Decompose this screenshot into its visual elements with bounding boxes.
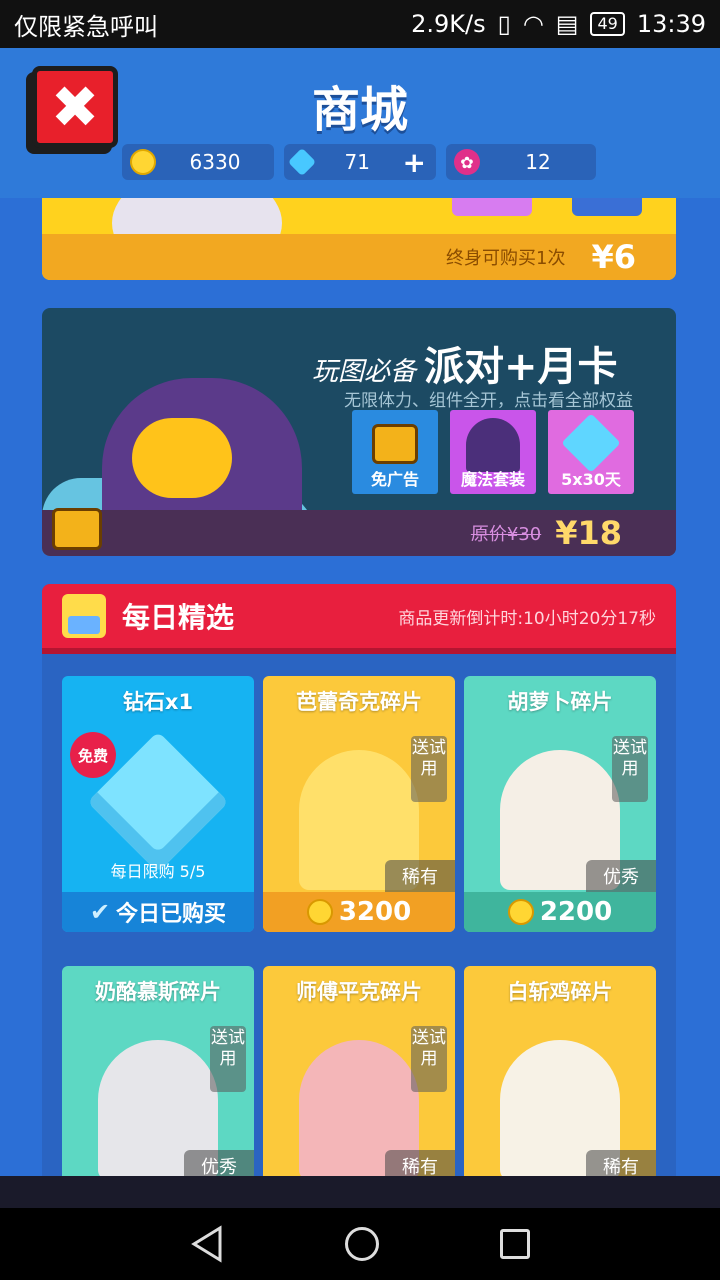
back-icon[interactable] bbox=[190, 1225, 224, 1263]
rarity-tag: 稀有 bbox=[385, 860, 455, 892]
product-name: 师傅平克碎片 bbox=[296, 980, 422, 1004]
coin-count: 6330 bbox=[189, 150, 241, 174]
price-footer[interactable]: 3200 bbox=[263, 892, 455, 932]
daily-selection-panel: 每日精选 商品更新倒计时:10小时20分17秒 钻石x1 免费 每日限购 5/5… bbox=[42, 584, 676, 1176]
clock: 13:39 bbox=[636, 10, 706, 38]
no-ads-badge-icon bbox=[52, 508, 102, 550]
product-card-diamond[interactable]: 钻石x1 免费 每日限购 5/5 ✔ 今日已购买 bbox=[62, 676, 254, 932]
benefit-gems: 5x30天 bbox=[548, 410, 634, 494]
banner-title: 玩图必备 派对+月卡 bbox=[312, 334, 618, 392]
coin-icon bbox=[507, 899, 534, 925]
product-name: 奶酪慕斯碎片 bbox=[95, 980, 221, 1004]
diamond-balance: 71 + bbox=[284, 144, 436, 180]
product-name: 胡萝卜碎片 bbox=[507, 690, 613, 714]
status-bar: 仅限紧急呼叫 2.9K/s ▯ ◠ ▤ 49 13:39 bbox=[0, 0, 720, 48]
check-icon: ✔ bbox=[89, 898, 111, 926]
free-badge: 免费 bbox=[70, 732, 116, 778]
add-diamond-button[interactable]: + bbox=[403, 146, 426, 179]
benefit-no-ads: 免广告 bbox=[352, 410, 438, 494]
offer-strip: 终身可购买1次 ¥6 bbox=[42, 234, 676, 280]
rarity-tag: 优秀 bbox=[184, 1150, 254, 1176]
purchased-label: 今日已购买 bbox=[116, 902, 227, 927]
rarity-tag: 优秀 bbox=[586, 860, 656, 892]
vibrate-icon: ▯ bbox=[497, 10, 511, 38]
battery-icon: 49 bbox=[590, 12, 625, 36]
reward-tag bbox=[452, 198, 532, 216]
coin-balance: 6330 bbox=[122, 144, 274, 180]
banner-subtitle: 无限体力、组件全开，点击看全部权益 bbox=[344, 391, 633, 411]
product-price: 2200 bbox=[539, 897, 613, 927]
banner-price: ¥18 bbox=[555, 514, 622, 552]
trial-badge: 送试用 bbox=[612, 736, 648, 802]
trial-badge: 送试用 bbox=[411, 736, 447, 802]
daily-limit: 每日限购 5/5 bbox=[110, 862, 206, 881]
benefit-list: 免广告 魔法套装 5x30天 bbox=[352, 410, 634, 494]
banner-title-text: 派对+月卡 bbox=[424, 344, 618, 390]
diamond-count: 71 bbox=[344, 150, 370, 174]
price-footer[interactable]: 2200 bbox=[464, 892, 656, 932]
benefit-label: 魔法套装 bbox=[460, 470, 525, 489]
product-card-carrot[interactable]: 胡萝卜碎片 送试用 优秀 2200 bbox=[464, 676, 656, 932]
lotus-count: 12 bbox=[525, 150, 551, 174]
lotus-balance: ✿ 12 bbox=[446, 144, 596, 180]
trial-badge: 送试用 bbox=[210, 1026, 246, 1092]
daily-header: 每日精选 商品更新倒计时:10小时20分17秒 bbox=[42, 584, 676, 654]
system-navigation-bar bbox=[0, 1208, 720, 1280]
product-price: 3200 bbox=[338, 897, 412, 927]
refresh-countdown: 商品更新倒计时:10小时20分17秒 bbox=[398, 608, 656, 629]
original-price: 原价¥30 bbox=[470, 524, 542, 545]
home-icon[interactable] bbox=[344, 1227, 379, 1261]
status-right: 2.9K/s ▯ ◠ ▤ 49 13:39 bbox=[411, 10, 706, 38]
benefit-magic-suit: 魔法套装 bbox=[450, 410, 536, 494]
shop-content[interactable]: 终身可购买1次 ¥6 玩图必备 派对+月卡 无限体力、组件全开，点击看全部权益 免… bbox=[0, 198, 720, 1176]
benefit-label: 免广告 bbox=[370, 470, 419, 489]
product-name: 芭蕾奇克碎片 bbox=[296, 690, 422, 714]
product-card-white-chicken[interactable]: 白斩鸡碎片 稀有 2 bbox=[464, 966, 656, 1176]
shop-header: ✖ 商城 6330 71 + ✿ 12 bbox=[0, 48, 720, 198]
wifi-icon: ◠ bbox=[522, 10, 544, 38]
shop-icon bbox=[62, 594, 106, 638]
product-name: 白斩鸡碎片 bbox=[507, 980, 613, 1004]
lotus-icon: ✿ bbox=[454, 149, 480, 175]
coin-icon bbox=[130, 149, 156, 175]
party-monthcard-banner[interactable]: 玩图必备 派对+月卡 无限体力、组件全开，点击看全部权益 免广告 魔法套装 5x3… bbox=[42, 308, 676, 556]
rarity-tag: 稀有 bbox=[385, 1150, 455, 1176]
reward-tag bbox=[572, 198, 642, 216]
banner-price-strip: 原价¥30 ¥18 bbox=[42, 510, 676, 556]
recent-apps-icon[interactable] bbox=[499, 1229, 530, 1259]
daily-title: 每日精选 bbox=[122, 601, 235, 634]
page-title: 商城 bbox=[311, 82, 408, 138]
sim-icon: ▤ bbox=[555, 10, 579, 38]
product-card-cheese-mousse[interactable]: 奶酪慕斯碎片 送试用 优秀 2200 bbox=[62, 966, 254, 1176]
trial-badge: 送试用 bbox=[411, 1026, 447, 1092]
product-card-master-pink[interactable]: 师傅平克碎片 送试用 稀有 3600 bbox=[263, 966, 455, 1176]
benefit-label: 5x30天 bbox=[561, 470, 621, 489]
purchase-limit-note: 终身可购买1次 bbox=[446, 248, 566, 269]
network-speed: 2.9K/s bbox=[411, 10, 486, 38]
gem-icon bbox=[561, 413, 621, 473]
game-bottom-nav[interactable] bbox=[0, 1176, 720, 1208]
magic-suit-icon bbox=[466, 418, 520, 472]
product-card-ballet-chick[interactable]: 芭蕾奇克碎片 送试用 稀有 3200 bbox=[263, 676, 455, 932]
purchased-footer: ✔ 今日已购买 bbox=[62, 892, 254, 932]
carrier-text: 仅限紧急呼叫 bbox=[14, 12, 158, 41]
offer-price: ¥6 bbox=[591, 238, 636, 276]
no-ads-icon bbox=[372, 424, 418, 464]
wizard-face bbox=[132, 418, 232, 498]
product-name: 钻石x1 bbox=[122, 690, 194, 714]
banner-tag: 玩图必备 bbox=[312, 357, 417, 387]
coin-icon bbox=[306, 899, 333, 925]
rarity-tag: 稀有 bbox=[586, 1150, 656, 1176]
lifetime-offer-banner[interactable]: 终身可购买1次 ¥6 bbox=[42, 198, 676, 280]
